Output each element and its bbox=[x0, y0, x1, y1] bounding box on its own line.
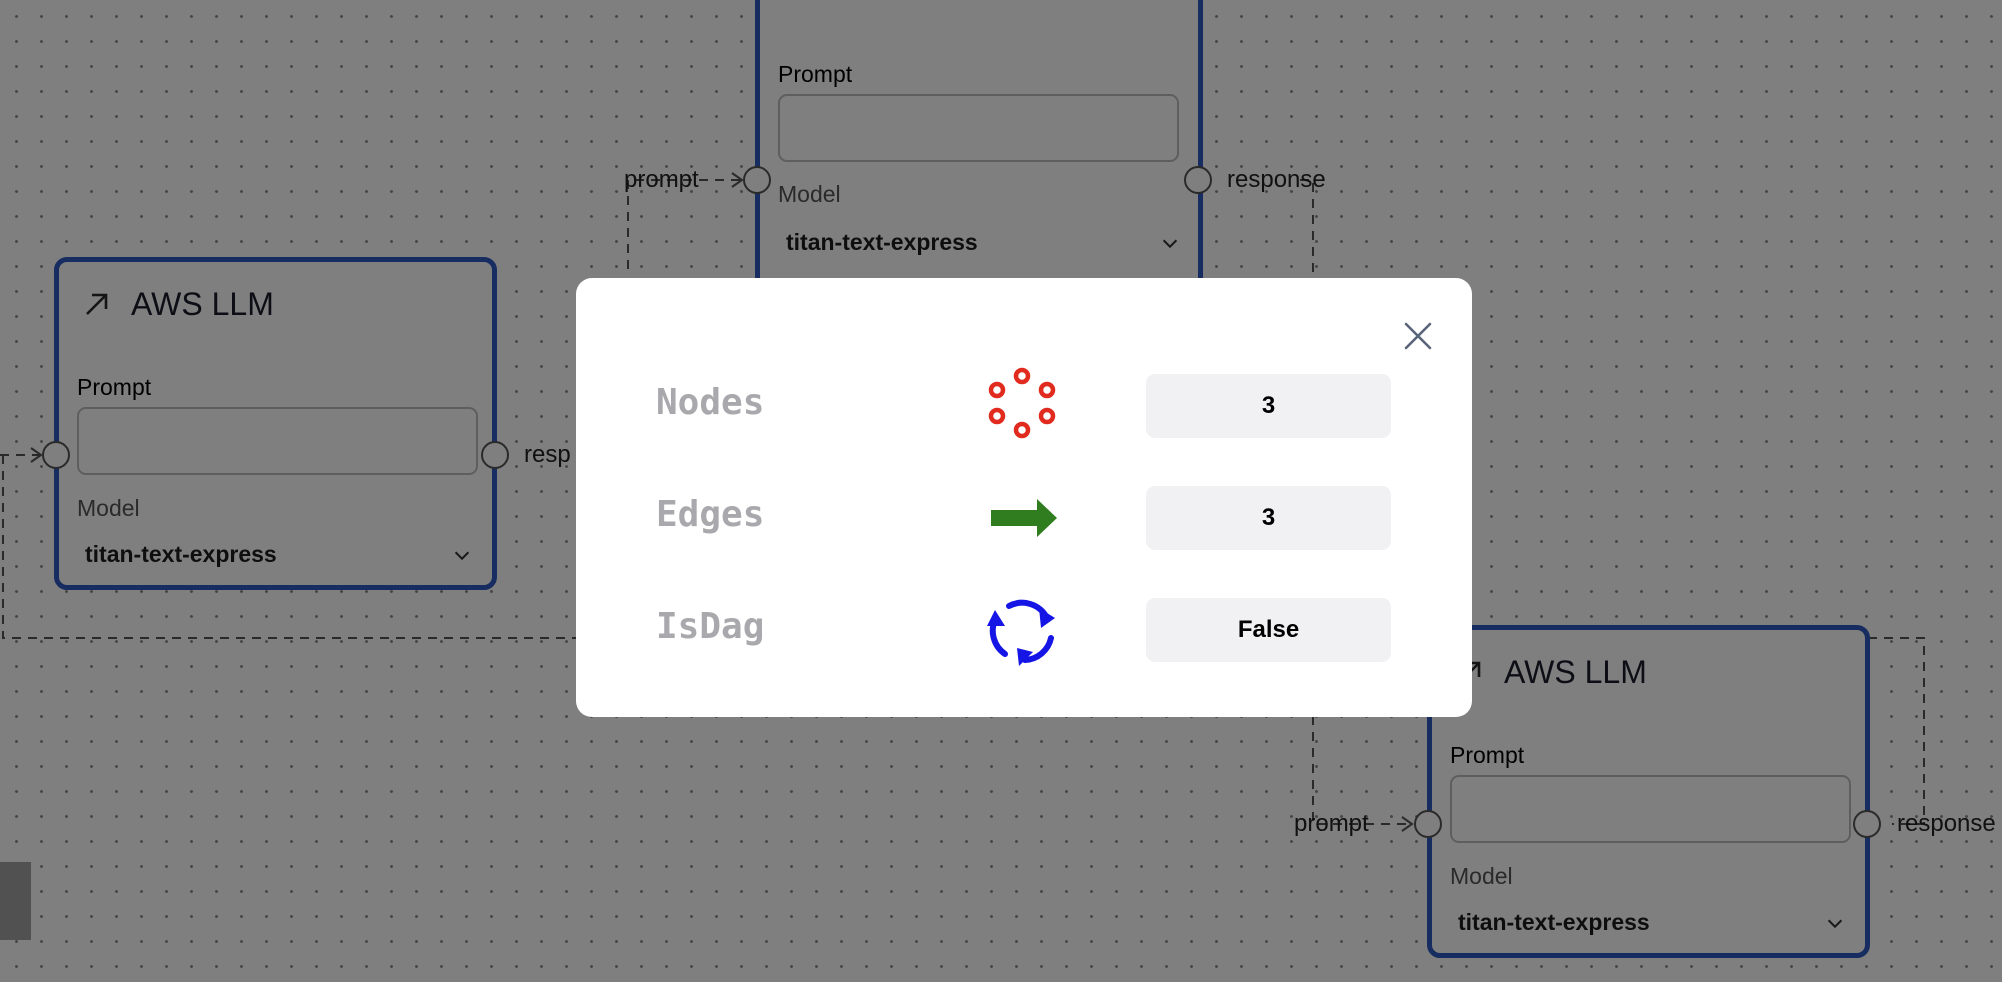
graph-stats-modal: Nodes 3 Edges 3 IsDag False bbox=[576, 278, 1472, 717]
stat-label: IsDag bbox=[656, 606, 765, 647]
stat-label: Edges bbox=[656, 494, 765, 535]
nodes-icon bbox=[988, 367, 1056, 439]
stat-row-edges: Edges 3 bbox=[576, 486, 1472, 550]
stat-value: 3 bbox=[1146, 374, 1391, 438]
stat-row-nodes: Nodes 3 bbox=[576, 367, 1472, 439]
cycle-icon bbox=[987, 599, 1055, 666]
close-icon bbox=[1404, 322, 1432, 350]
stat-value: False bbox=[1146, 598, 1391, 662]
stat-value: 3 bbox=[1146, 486, 1391, 550]
stat-row-isdag: IsDag False bbox=[576, 598, 1472, 666]
arrow-right-icon bbox=[991, 499, 1057, 537]
close-button[interactable] bbox=[1396, 314, 1440, 358]
stat-label: Nodes bbox=[656, 382, 765, 423]
